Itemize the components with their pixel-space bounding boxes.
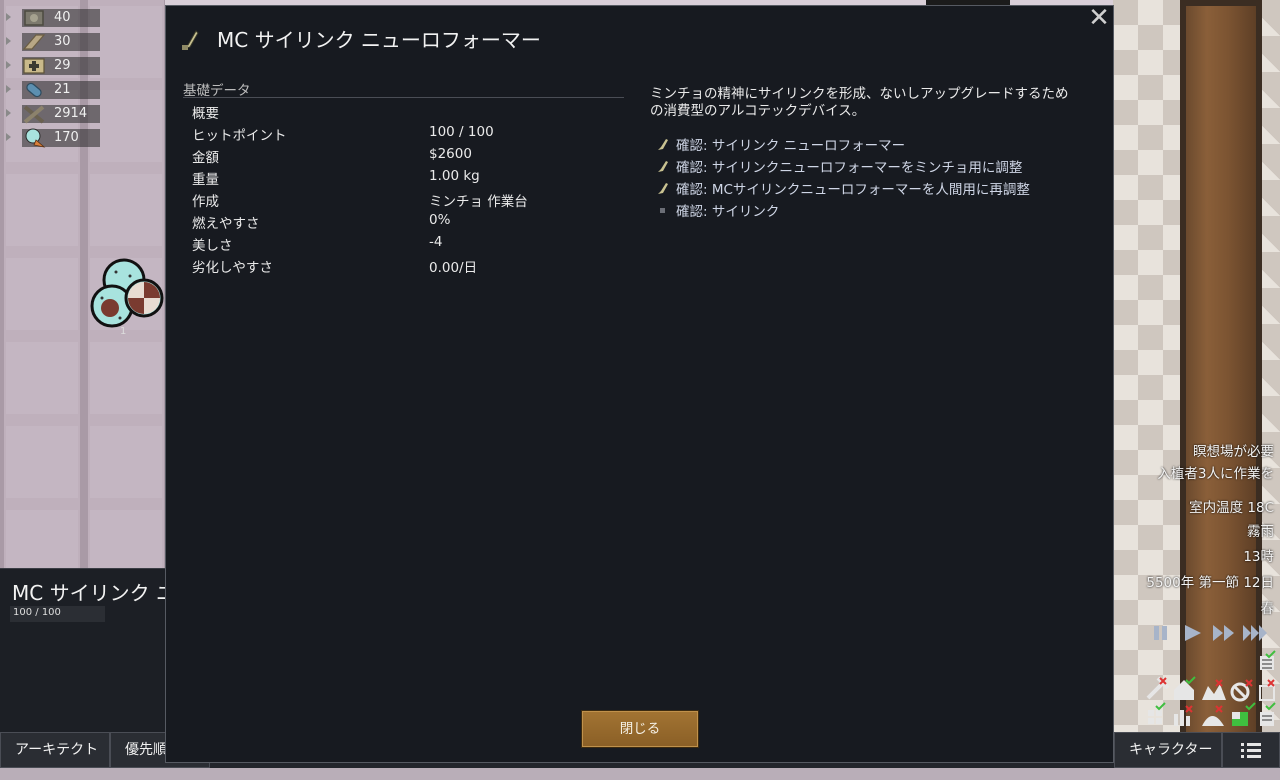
resource-row[interactable]: 2914	[6, 102, 106, 126]
stat-row-beauty[interactable]: 美しさ -4	[192, 234, 612, 256]
pause-icon[interactable]	[1154, 626, 1167, 640]
resource-count: 30	[54, 34, 71, 49]
speed-controls	[1154, 625, 1267, 641]
stat-row-value[interactable]: 金額 $2600	[192, 146, 612, 168]
neuroformer-icon	[182, 30, 199, 50]
neuroformer-icon	[658, 183, 668, 194]
temperature-readout: 室内温度 18C	[1189, 500, 1274, 516]
resource-count: 2914	[54, 106, 88, 121]
square-icon	[660, 208, 665, 213]
expand-arrow-icon[interactable]	[6, 61, 11, 69]
hour-readout: 13時	[1243, 549, 1274, 565]
superfast-icon[interactable]	[1243, 625, 1267, 641]
expand-arrow-icon[interactable]	[6, 13, 11, 21]
fast-forward-icon[interactable]	[1213, 625, 1234, 641]
alert-meditation[interactable]: 瞑想場が必要	[1193, 440, 1274, 460]
section-title: 基礎データ	[183, 83, 251, 99]
resource-count: 40	[54, 10, 71, 25]
resource-row[interactable]: 29	[6, 54, 106, 78]
expand-arrow-icon[interactable]	[6, 133, 11, 141]
neuroformer-icon	[658, 161, 668, 172]
bar-chart-icon[interactable]	[1174, 705, 1193, 726]
inspect-pane: MC サイリンク ニューロフォーマー 100 / 100	[0, 568, 336, 733]
checker-floor-right	[1262, 0, 1280, 732]
roof-icon[interactable]	[1202, 679, 1226, 700]
date-readout: 5500年 第一節 12日	[1146, 575, 1274, 591]
map-item-stack[interactable]: 1	[86, 258, 168, 338]
resource-row[interactable]: 30	[6, 30, 106, 54]
menu-button[interactable]	[1222, 732, 1280, 768]
wood-plank-icon	[22, 34, 46, 50]
resource-row[interactable]: 40	[6, 6, 106, 30]
expand-arrow-icon[interactable]	[6, 109, 11, 117]
resource-row[interactable]: 21	[6, 78, 106, 102]
medicine-icon	[23, 58, 45, 74]
wooden-wall	[1180, 0, 1262, 732]
steel-icon	[23, 105, 45, 124]
color-icon[interactable]	[1232, 702, 1256, 726]
fertility-icon[interactable]	[1202, 705, 1224, 726]
menu-icon	[1241, 743, 1261, 758]
hp-text: 100 / 100	[13, 607, 61, 618]
overlay-toggles	[1146, 650, 1276, 726]
mint-chocolate-icon	[25, 128, 46, 148]
play-icon[interactable]	[1185, 625, 1201, 641]
stat-row-mass[interactable]: 重量 1.00 kg	[192, 168, 612, 190]
close-button[interactable]: 閉じる	[581, 710, 699, 748]
info-dialog: ✕ MC サイリンク ニューロフォーマー 基礎データ 概要 ヒットポイント 10…	[165, 5, 1114, 763]
stat-row-hitpoints[interactable]: ヒットポイント 100 / 100	[192, 124, 612, 146]
character-button[interactable]: キャラクター	[1114, 732, 1222, 768]
stat-row-crafted-at[interactable]: 作成 ミンチョ 作業台	[192, 190, 612, 212]
stat-row-overview[interactable]: 概要	[192, 102, 612, 124]
resource-count: 170	[54, 130, 79, 145]
resource-count: 21	[54, 82, 71, 97]
hammer-icon[interactable]	[1146, 676, 1170, 700]
item-description: ミンチョの精神にサイリンクを形成、ないしアップグレードするための消費型のアルコテ…	[650, 86, 1069, 119]
season-readout: 春	[1260, 601, 1275, 617]
mint-chocolate-stack-icon	[90, 258, 164, 328]
neuroformer-icon	[658, 139, 668, 150]
resource-count: 29	[54, 58, 71, 73]
no-entry-icon[interactable]	[1230, 679, 1253, 702]
grid-icon[interactable]	[1148, 702, 1166, 724]
stone-block-icon	[24, 10, 44, 26]
resource-readout: 40 30 29 21 2914 170	[6, 6, 106, 150]
expand-arrow-icon[interactable]	[6, 85, 11, 93]
stack-count: 1	[120, 326, 127, 337]
dialog-title: MC サイリンク ニューロフォーマー	[217, 28, 541, 52]
home-icon[interactable]	[1174, 676, 1196, 700]
list-check-icon[interactable]	[1260, 702, 1276, 726]
stat-row-deterioration[interactable]: 劣化しやすさ 0.00/日	[192, 256, 612, 278]
checker-floor	[1113, 0, 1183, 732]
resource-row[interactable]: 170	[6, 126, 106, 150]
close-icon[interactable]: ✕	[1087, 5, 1111, 31]
weather-readout: 霧雨	[1247, 524, 1274, 540]
architect-button[interactable]: アーキテクト	[0, 732, 110, 768]
stat-row-flammability[interactable]: 燃えやすさ 0%	[192, 212, 612, 234]
expand-arrow-icon[interactable]	[6, 37, 11, 45]
section-divider	[183, 97, 624, 98]
zone-icon[interactable]	[1259, 679, 1275, 701]
alert-idle-colonists[interactable]: 入植者3人に作業を	[1157, 462, 1274, 482]
checklist-icon[interactable]	[1260, 650, 1276, 670]
pill-icon	[26, 82, 42, 98]
